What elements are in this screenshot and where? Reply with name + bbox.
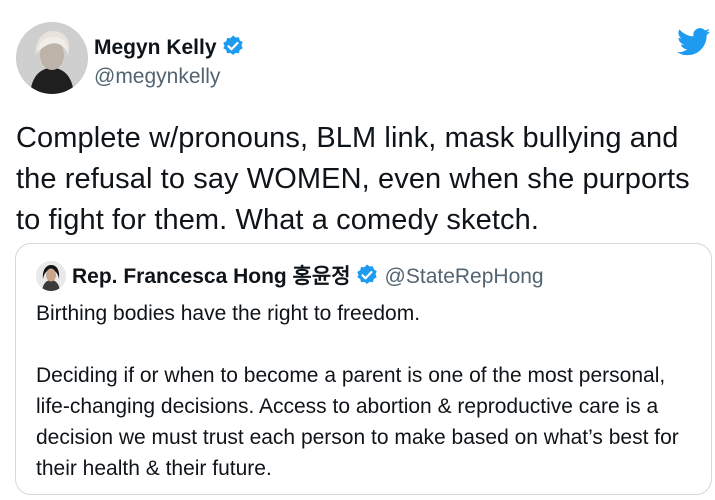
quoted-tweet-paragraph: Birthing bodies have the right to freedo… [36,302,421,325]
twitter-bird-icon[interactable] [677,28,711,61]
quoted-tweet-header: Rep. Francesca Hong 홍윤정 @StateRepHong [72,263,544,294]
verified-badge-icon [221,34,245,65]
quoted-author-avatar[interactable] [36,261,66,291]
tweet-text: Complete w/pronouns, BLM link, mask bull… [16,122,690,236]
profile-photo-icon [16,22,88,94]
author-name[interactable]: Megyn Kelly [94,34,245,65]
profile-photo-icon [36,261,66,291]
author-avatar[interactable] [16,22,88,94]
author-handle[interactable]: @megynkelly [94,64,220,90]
quoted-author-handle[interactable]: @StateRepHong [385,265,544,288]
quoted-tweet-text: Birthing bodies have the right to freedo… [36,298,701,484]
quoted-author-name[interactable]: Rep. Francesca Hong 홍윤정 [72,265,351,288]
quoted-tweet-paragraph: Deciding if or when to become a parent i… [36,364,679,480]
author-name-text[interactable]: Megyn Kelly [94,36,217,59]
tweet-card: Megyn Kelly @megynkelly Complete w/prono… [0,0,715,500]
verified-badge-icon [355,263,379,294]
quoted-tweet-card[interactable]: Rep. Francesca Hong 홍윤정 @StateRepHong Bir… [15,243,712,495]
